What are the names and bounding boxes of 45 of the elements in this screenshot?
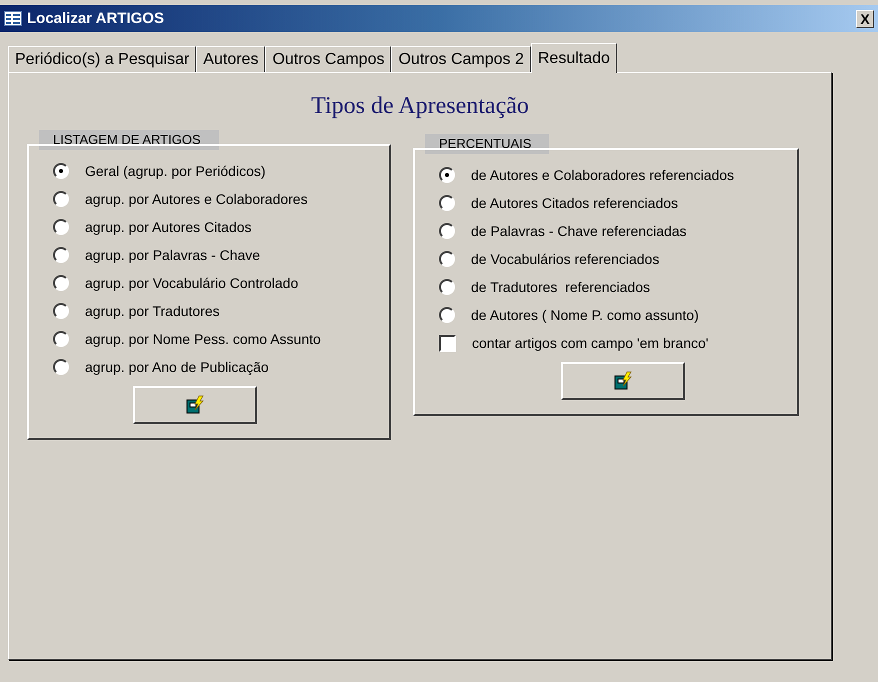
- radio-button[interactable]: [53, 303, 69, 319]
- radio-label: agrup. por Vocabulário Controlado: [85, 275, 298, 291]
- radio-button[interactable]: [439, 279, 455, 295]
- checkbox-label: contar artigos com campo 'em branco': [472, 335, 708, 351]
- radio-label: de Autores ( Nome P. como assunto): [471, 307, 699, 323]
- radio-button[interactable]: [53, 163, 69, 179]
- notebook-lightning-icon: [613, 371, 633, 391]
- tab[interactable]: Autores: [196, 46, 266, 72]
- radio-button[interactable]: [439, 195, 455, 211]
- radio-label: agrup. por Autores Citados: [85, 219, 252, 235]
- tab[interactable]: Resultado: [530, 43, 617, 73]
- radio-label: agrup. por Tradutores: [85, 303, 220, 319]
- close-button[interactable]: X: [856, 10, 874, 28]
- radio-label: de Palavras - Chave referenciadas: [471, 223, 687, 239]
- run-button[interactable]: [133, 386, 257, 424]
- radio-button[interactable]: [53, 359, 69, 375]
- radio-button[interactable]: [439, 251, 455, 267]
- radio-button[interactable]: [439, 167, 455, 183]
- radio-label: agrup. por Autores e Colaboradores: [85, 191, 308, 207]
- radio-label: de Vocabulários referenciados: [471, 251, 660, 267]
- radio-label: agrup. por Ano de Publicação: [85, 359, 269, 375]
- form-icon: [4, 11, 22, 26]
- tab[interactable]: Outros Campos 2: [391, 46, 531, 72]
- radio-label: de Autores Citados referenciados: [471, 195, 678, 211]
- radio-button[interactable]: [439, 307, 455, 323]
- section-heading: Tipos de Apresentação: [311, 93, 529, 120]
- notebook-lightning-icon: [185, 395, 205, 415]
- group-title: PERCENTUAIS: [425, 134, 550, 154]
- radio-button[interactable]: [53, 191, 69, 207]
- group-title: LISTAGEM DE ARTIGOS: [39, 130, 219, 150]
- radio-label: de Tradutores referenciados: [471, 279, 650, 295]
- window-title: Localizar ARTIGOS: [27, 10, 165, 27]
- radio-button[interactable]: [53, 331, 69, 347]
- radio-button[interactable]: [439, 223, 455, 239]
- radio-label: agrup. por Palavras - Chave: [85, 247, 260, 263]
- checkbox[interactable]: [439, 334, 456, 352]
- radio-label: agrup. por Nome Pess. como Assunto: [85, 331, 321, 347]
- radio-button[interactable]: [53, 247, 69, 263]
- run-button[interactable]: [561, 362, 685, 400]
- radio-button[interactable]: [53, 275, 69, 291]
- tab[interactable]: Outros Campos: [265, 46, 392, 72]
- tab[interactable]: Periódico(s) a Pesquisar: [8, 46, 196, 72]
- radio-button[interactable]: [53, 219, 69, 235]
- radio-label: Geral (agrup. por Periódicos): [85, 163, 266, 179]
- radio-label: de Autores e Colaboradores referenciados: [471, 167, 734, 183]
